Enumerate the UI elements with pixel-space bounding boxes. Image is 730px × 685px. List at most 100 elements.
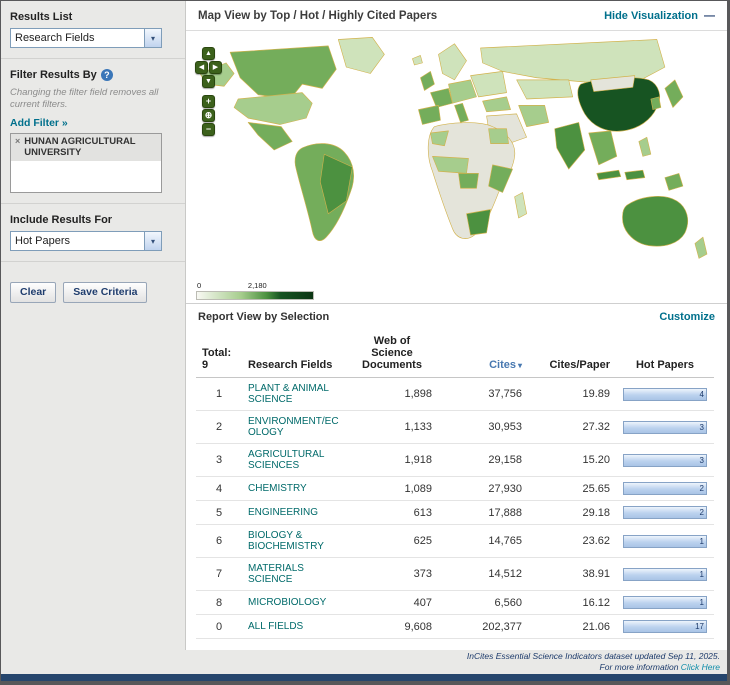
research-field-link[interactable]: MICROBIOLOGY bbox=[248, 597, 340, 608]
research-field-link[interactable]: ENGINEERING bbox=[248, 507, 340, 518]
sort-desc-icon: ▾ bbox=[518, 361, 522, 370]
region-italy[interactable] bbox=[454, 103, 468, 122]
chevron-down-icon[interactable]: ▾ bbox=[144, 29, 161, 47]
include-results-select[interactable]: Hot Papers ▾ bbox=[10, 231, 162, 251]
hot-papers-bar[interactable]: 2 bbox=[623, 482, 707, 495]
cites-per-paper-value: 21.06 bbox=[528, 615, 616, 639]
region-new-guinea[interactable] bbox=[665, 173, 683, 190]
hot-papers-bar[interactable]: 17 bbox=[623, 620, 707, 633]
region-philippines[interactable] bbox=[639, 137, 651, 156]
region-iceland[interactable] bbox=[412, 55, 422, 65]
research-field-link[interactable]: ALL FIELDS bbox=[248, 621, 340, 632]
research-field-link[interactable]: CHEMISTRY bbox=[248, 483, 340, 494]
hot-papers-bar[interactable]: 1 bbox=[623, 596, 707, 609]
table-row: 7 MATERIALS SCIENCE 373 14,512 38.91 1 bbox=[196, 558, 714, 591]
click-here-link[interactable]: Click Here bbox=[681, 662, 720, 672]
column-header-cites[interactable]: Cites▾ bbox=[438, 331, 528, 378]
region-iran[interactable] bbox=[519, 105, 549, 126]
region-new-zealand[interactable] bbox=[695, 237, 707, 258]
region-central-europe[interactable] bbox=[448, 80, 476, 103]
remove-filter-icon[interactable]: × bbox=[15, 136, 20, 158]
docs-value: 1,089 bbox=[346, 477, 438, 501]
region-egypt[interactable] bbox=[489, 129, 509, 144]
hot-papers-bar[interactable]: 4 bbox=[623, 388, 707, 401]
cites-value: 14,765 bbox=[438, 525, 528, 558]
zoom-in-button[interactable]: + bbox=[202, 95, 215, 108]
sidebar-divider bbox=[1, 261, 185, 262]
region-iberia[interactable] bbox=[418, 105, 440, 124]
row-rank: 5 bbox=[196, 501, 242, 525]
region-southeast-asia[interactable] bbox=[589, 131, 617, 165]
total-count-header: Total: 9 bbox=[196, 331, 242, 378]
add-filter-link[interactable]: Add Filter » bbox=[10, 117, 68, 129]
region-usa[interactable] bbox=[234, 93, 312, 125]
filter-tag-item[interactable]: × HUNAN AGRICULTURAL UNIVERSITY bbox=[11, 134, 161, 161]
region-india[interactable] bbox=[555, 122, 585, 169]
table-header-row: Total: 9 Research Fields Web of Science … bbox=[196, 331, 714, 378]
region-indonesia-east[interactable] bbox=[625, 170, 645, 180]
table-row: 6 BIOLOGY & BIOCHEMISTRY 625 14,765 23.6… bbox=[196, 525, 714, 558]
region-south-africa[interactable] bbox=[467, 210, 491, 236]
table-row: 3 AGRICULTURAL SCIENCES 1,918 29,158 15.… bbox=[196, 444, 714, 477]
hot-papers-count: 2 bbox=[700, 508, 704, 517]
hide-visualization-link[interactable]: Hide Visualization— bbox=[604, 10, 715, 22]
region-japan[interactable] bbox=[665, 80, 683, 108]
hot-papers-bar[interactable]: 3 bbox=[623, 421, 707, 434]
cites-per-paper-value: 27.32 bbox=[528, 411, 616, 444]
region-france[interactable] bbox=[430, 88, 452, 107]
row-rank: 2 bbox=[196, 411, 242, 444]
hot-papers-count: 1 bbox=[700, 537, 704, 546]
hot-papers-count: 2 bbox=[700, 484, 704, 493]
cites-value: 202,377 bbox=[438, 615, 528, 639]
map-controls: ▲ ◀ ▶ ▼ + ⊕ − bbox=[195, 47, 222, 136]
region-korea[interactable] bbox=[651, 97, 661, 110]
hot-papers-bar[interactable]: 3 bbox=[623, 454, 707, 467]
research-field-link[interactable]: AGRICULTURAL SCIENCES bbox=[248, 449, 340, 471]
region-kazakhstan[interactable] bbox=[517, 80, 573, 99]
research-field-link[interactable]: PLANT & ANIMAL SCIENCE bbox=[248, 383, 340, 405]
region-madagascar[interactable] bbox=[515, 193, 527, 219]
row-rank: 8 bbox=[196, 591, 242, 615]
pan-right-button[interactable]: ▶ bbox=[209, 61, 222, 74]
region-greenland[interactable] bbox=[338, 37, 384, 73]
region-australia[interactable] bbox=[622, 196, 687, 246]
sidebar: Results List Research Fields ▾ Filter Re… bbox=[1, 1, 186, 650]
column-header-hot-papers[interactable]: Hot Papers bbox=[616, 331, 714, 378]
save-criteria-button[interactable]: Save Criteria bbox=[63, 282, 147, 303]
cites-per-paper-value: 19.89 bbox=[528, 378, 616, 411]
region-scandinavia[interactable] bbox=[438, 44, 466, 80]
region-uk[interactable] bbox=[420, 71, 434, 90]
zoom-out-button[interactable]: − bbox=[202, 123, 215, 136]
column-header-cites-per-paper[interactable]: Cites/Paper bbox=[528, 331, 616, 378]
hot-papers-bar[interactable]: 1 bbox=[623, 568, 707, 581]
chevron-down-icon[interactable]: ▾ bbox=[144, 232, 161, 250]
pan-left-button[interactable]: ◀ bbox=[195, 61, 208, 74]
docs-value: 1,898 bbox=[346, 378, 438, 411]
region-mexico[interactable] bbox=[248, 122, 292, 150]
results-list-select[interactable]: Research Fields ▾ bbox=[10, 28, 162, 48]
research-field-link[interactable]: BIOLOGY & BIOCHEMISTRY bbox=[248, 530, 340, 552]
cites-per-paper-value: 16.12 bbox=[528, 591, 616, 615]
hot-papers-bar[interactable]: 2 bbox=[623, 506, 707, 519]
pan-up-button[interactable]: ▲ bbox=[202, 47, 215, 60]
column-header-documents[interactable]: Web of Science Documents bbox=[346, 331, 438, 378]
help-icon[interactable]: ? bbox=[101, 69, 113, 81]
region-nigeria[interactable] bbox=[459, 173, 479, 188]
cites-value: 14,512 bbox=[438, 558, 528, 591]
globe-extent-button[interactable]: ⊕ bbox=[202, 109, 215, 122]
region-indonesia-west[interactable] bbox=[597, 170, 621, 180]
filter-note: Changing the filter field removes all cu… bbox=[10, 87, 165, 111]
region-canada[interactable] bbox=[230, 46, 336, 99]
region-turkey[interactable] bbox=[483, 97, 511, 112]
clear-button[interactable]: Clear bbox=[10, 282, 56, 303]
customize-link[interactable]: Customize bbox=[659, 311, 715, 323]
research-field-link[interactable]: ENVIRONMENT/ECOLOGY bbox=[248, 416, 340, 438]
region-russia[interactable] bbox=[481, 40, 665, 85]
region-eastern-europe[interactable] bbox=[471, 71, 507, 97]
column-header-research-fields[interactable]: Research Fields bbox=[242, 331, 346, 378]
pan-down-button[interactable]: ▼ bbox=[202, 75, 215, 88]
research-field-link[interactable]: MATERIALS SCIENCE bbox=[248, 563, 340, 585]
hot-papers-bar[interactable]: 1 bbox=[623, 535, 707, 548]
world-map[interactable] bbox=[186, 31, 727, 303]
cites-sort-link[interactable]: Cites bbox=[489, 359, 516, 371]
